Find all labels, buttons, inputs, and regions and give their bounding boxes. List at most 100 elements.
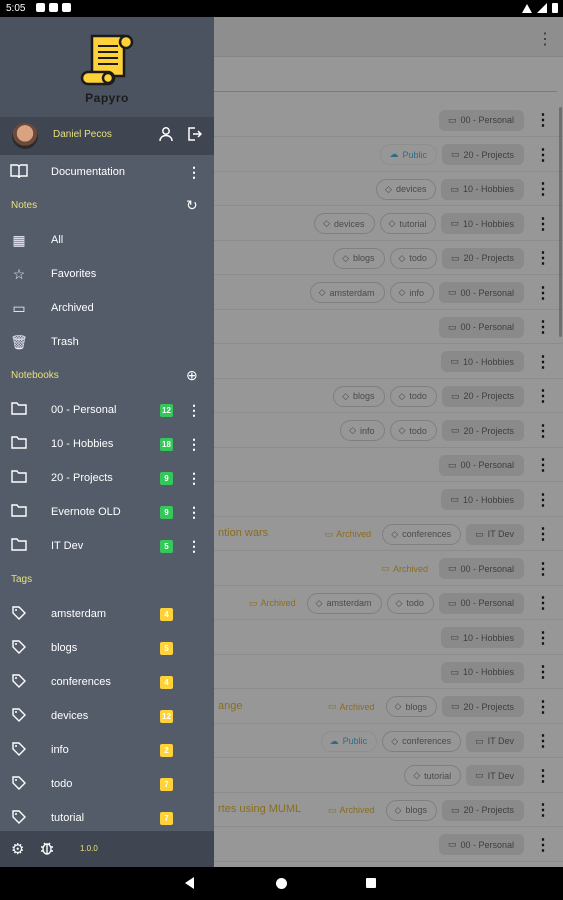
logout-icon[interactable] bbox=[185, 126, 203, 144]
notebook-chip[interactable]: ▭ 00 - Personal bbox=[438, 109, 524, 131]
more-options-icon[interactable]: ⋮ bbox=[535, 524, 551, 544]
add-notebook-icon[interactable]: ⊕ bbox=[186, 367, 198, 384]
notebook-chip[interactable]: ▭ 20 - Projects bbox=[441, 799, 524, 821]
notebook-chip[interactable]: ▭ 20 - Projects bbox=[441, 420, 524, 441]
tag-icon: ◇ bbox=[342, 252, 349, 263]
drawer-item-documentation[interactable]: Documentation ⋮ bbox=[0, 155, 214, 189]
notebook-chip[interactable]: ▭ IT Dev bbox=[466, 765, 524, 786]
drawer-item-tag[interactable]: todo 7 bbox=[0, 767, 214, 801]
drawer-item-tag[interactable]: devices 12 bbox=[0, 699, 214, 733]
tag-chip[interactable]: ◇ devices bbox=[314, 213, 375, 234]
notebook-chip[interactable]: ▭ IT Dev bbox=[466, 523, 524, 545]
notebook-chip[interactable]: ▭ 00 - Personal bbox=[438, 454, 524, 476]
tag-chip[interactable]: ◇ blogs bbox=[333, 385, 385, 407]
tag-chip[interactable]: ◇ todo bbox=[389, 420, 437, 441]
more-options-icon[interactable]: ⋮ bbox=[535, 214, 551, 234]
more-options-icon[interactable]: ⋮ bbox=[535, 352, 551, 372]
recents-icon[interactable] bbox=[366, 878, 376, 888]
more-options-icon[interactable]: ⋮ bbox=[535, 766, 551, 786]
notebook-chip[interactable]: ▭ 00 - Personal bbox=[438, 592, 524, 614]
drawer-item-tag[interactable]: amsterdam 4 bbox=[0, 597, 214, 631]
tag-chip[interactable]: ◇ conferences bbox=[382, 730, 462, 752]
drawer-item-notebook[interactable]: 20 - Projects 9 ⋮ bbox=[0, 461, 214, 495]
tag-chip[interactable]: ◇ conferences bbox=[382, 523, 462, 545]
public-chip[interactable]: ☁ Public bbox=[380, 144, 437, 165]
more-options-icon[interactable]: ⋮ bbox=[187, 402, 201, 419]
overflow-menu-icon[interactable]: ⋮ bbox=[537, 29, 553, 49]
tag-chip[interactable]: ◇ blogs bbox=[385, 799, 437, 821]
tag-chip[interactable]: ◇ tutorial bbox=[379, 213, 437, 234]
tag-chip[interactable]: ◇ amsterdam bbox=[306, 592, 382, 614]
notebook-chip[interactable]: ▭ 10 - Hobbies bbox=[441, 178, 524, 200]
tag-chip[interactable]: ◇ blogs bbox=[333, 247, 385, 269]
tag-chip[interactable]: ◇ info bbox=[340, 420, 385, 441]
more-options-icon[interactable]: ⋮ bbox=[535, 179, 551, 199]
tag-chip[interactable]: ◇ amsterdam bbox=[309, 282, 385, 303]
more-options-icon[interactable]: ⋮ bbox=[535, 662, 551, 682]
notebook-chip[interactable]: ▭ 00 - Personal bbox=[438, 316, 524, 338]
notebook-chip[interactable]: ▭ 10 - Hobbies bbox=[441, 627, 524, 648]
notebook-chip[interactable]: ▭ IT Dev bbox=[466, 730, 524, 752]
drawer-item-notebook[interactable]: 10 - Hobbies 18 ⋮ bbox=[0, 427, 214, 461]
tag-chip[interactable]: ◇ tutorial bbox=[404, 765, 462, 786]
bug-report-icon[interactable] bbox=[39, 840, 55, 860]
tag-icon: ◇ bbox=[395, 597, 403, 608]
home-icon[interactable] bbox=[276, 878, 287, 889]
public-chip[interactable]: ☁ Public bbox=[320, 730, 378, 752]
more-options-icon[interactable]: ⋮ bbox=[535, 697, 551, 717]
notebook-chip[interactable]: ▭ 10 - Hobbies bbox=[441, 661, 524, 683]
tag-chip[interactable]: ◇ todo bbox=[389, 385, 437, 407]
more-options-icon[interactable]: ⋮ bbox=[535, 490, 551, 510]
more-options-icon[interactable]: ⋮ bbox=[535, 731, 551, 751]
drawer-item-notebook[interactable]: Evernote OLD 9 ⋮ bbox=[0, 495, 214, 529]
more-options-icon[interactable]: ⋮ bbox=[535, 317, 551, 337]
drawer-item-tag[interactable]: tutorial 7 bbox=[0, 801, 214, 835]
more-options-icon[interactable]: ⋮ bbox=[535, 248, 551, 268]
more-options-icon[interactable]: ⋮ bbox=[535, 386, 551, 406]
notebook-chip[interactable]: ▭ 20 - Projects bbox=[441, 247, 524, 269]
more-options-icon[interactable]: ⋮ bbox=[535, 283, 551, 303]
more-options-icon[interactable]: ⋮ bbox=[535, 628, 551, 648]
drawer-item-tag[interactable]: blogs 5 bbox=[0, 631, 214, 665]
more-options-icon[interactable]: ⋮ bbox=[535, 593, 551, 613]
settings-gear-icon[interactable]: ⚙ bbox=[11, 840, 24, 858]
more-options-icon[interactable]: ⋮ bbox=[535, 455, 551, 475]
notebook-chip[interactable]: ▭ 20 - Projects bbox=[441, 144, 524, 165]
back-icon[interactable] bbox=[185, 877, 194, 889]
more-options-icon[interactable]: ⋮ bbox=[187, 164, 201, 181]
more-options-icon[interactable]: ⋮ bbox=[187, 538, 201, 555]
drawer-item-favorites[interactable]: ☆ Favorites bbox=[0, 257, 214, 291]
more-options-icon[interactable]: ⋮ bbox=[535, 835, 551, 855]
notebook-chip[interactable]: ▭ 10 - Hobbies bbox=[441, 489, 524, 510]
tag-chip[interactable]: ◇ devices bbox=[376, 178, 437, 200]
tag-chip[interactable]: ◇ info bbox=[389, 282, 434, 303]
drawer-item-archived[interactable]: ▭ Archived bbox=[0, 291, 214, 325]
notebook-chip[interactable]: ▭ 00 - Personal bbox=[438, 834, 524, 855]
more-options-icon[interactable]: ⋮ bbox=[535, 421, 551, 441]
drawer-item-tag[interactable]: conferences 4 bbox=[0, 665, 214, 699]
more-options-icon[interactable]: ⋮ bbox=[535, 145, 551, 165]
tag-chip[interactable]: ◇ blogs bbox=[385, 696, 437, 717]
more-options-icon[interactable]: ⋮ bbox=[535, 110, 551, 130]
drawer-item-all[interactable]: ▦ All bbox=[0, 223, 214, 257]
notebook-chip[interactable]: ▭ 00 - Personal bbox=[438, 282, 524, 303]
refresh-icon[interactable]: ↻ bbox=[186, 197, 198, 214]
more-options-icon[interactable]: ⋮ bbox=[187, 470, 201, 487]
more-options-icon[interactable]: ⋮ bbox=[187, 436, 201, 453]
notebook-chip[interactable]: ▭ 20 - Projects bbox=[441, 696, 524, 717]
drawer-item-tag[interactable]: info 2 bbox=[0, 733, 214, 767]
notebook-chip[interactable]: ▭ 20 - Projects bbox=[441, 385, 524, 407]
more-options-icon[interactable]: ⋮ bbox=[535, 800, 551, 820]
notebook-chip[interactable]: ▭ 10 - Hobbies bbox=[441, 351, 524, 372]
tag-chip[interactable]: ◇ todo bbox=[386, 592, 434, 614]
notebook-chip[interactable]: ▭ 10 - Hobbies bbox=[441, 213, 524, 234]
more-options-icon[interactable]: ⋮ bbox=[187, 504, 201, 521]
more-options-icon[interactable]: ⋮ bbox=[535, 559, 551, 579]
drawer-item-notebook[interactable]: 00 - Personal 12 ⋮ bbox=[0, 393, 214, 427]
drawer-item-trash[interactable]: 🗑 Trash bbox=[0, 325, 214, 359]
scrollbar[interactable] bbox=[559, 107, 562, 337]
drawer-item-notebook[interactable]: IT Dev 5 ⋮ bbox=[0, 529, 214, 563]
tag-chip[interactable]: ◇ todo bbox=[389, 247, 437, 269]
profile-icon[interactable] bbox=[157, 126, 175, 144]
notebook-chip[interactable]: ▭ 00 - Personal bbox=[438, 558, 524, 579]
